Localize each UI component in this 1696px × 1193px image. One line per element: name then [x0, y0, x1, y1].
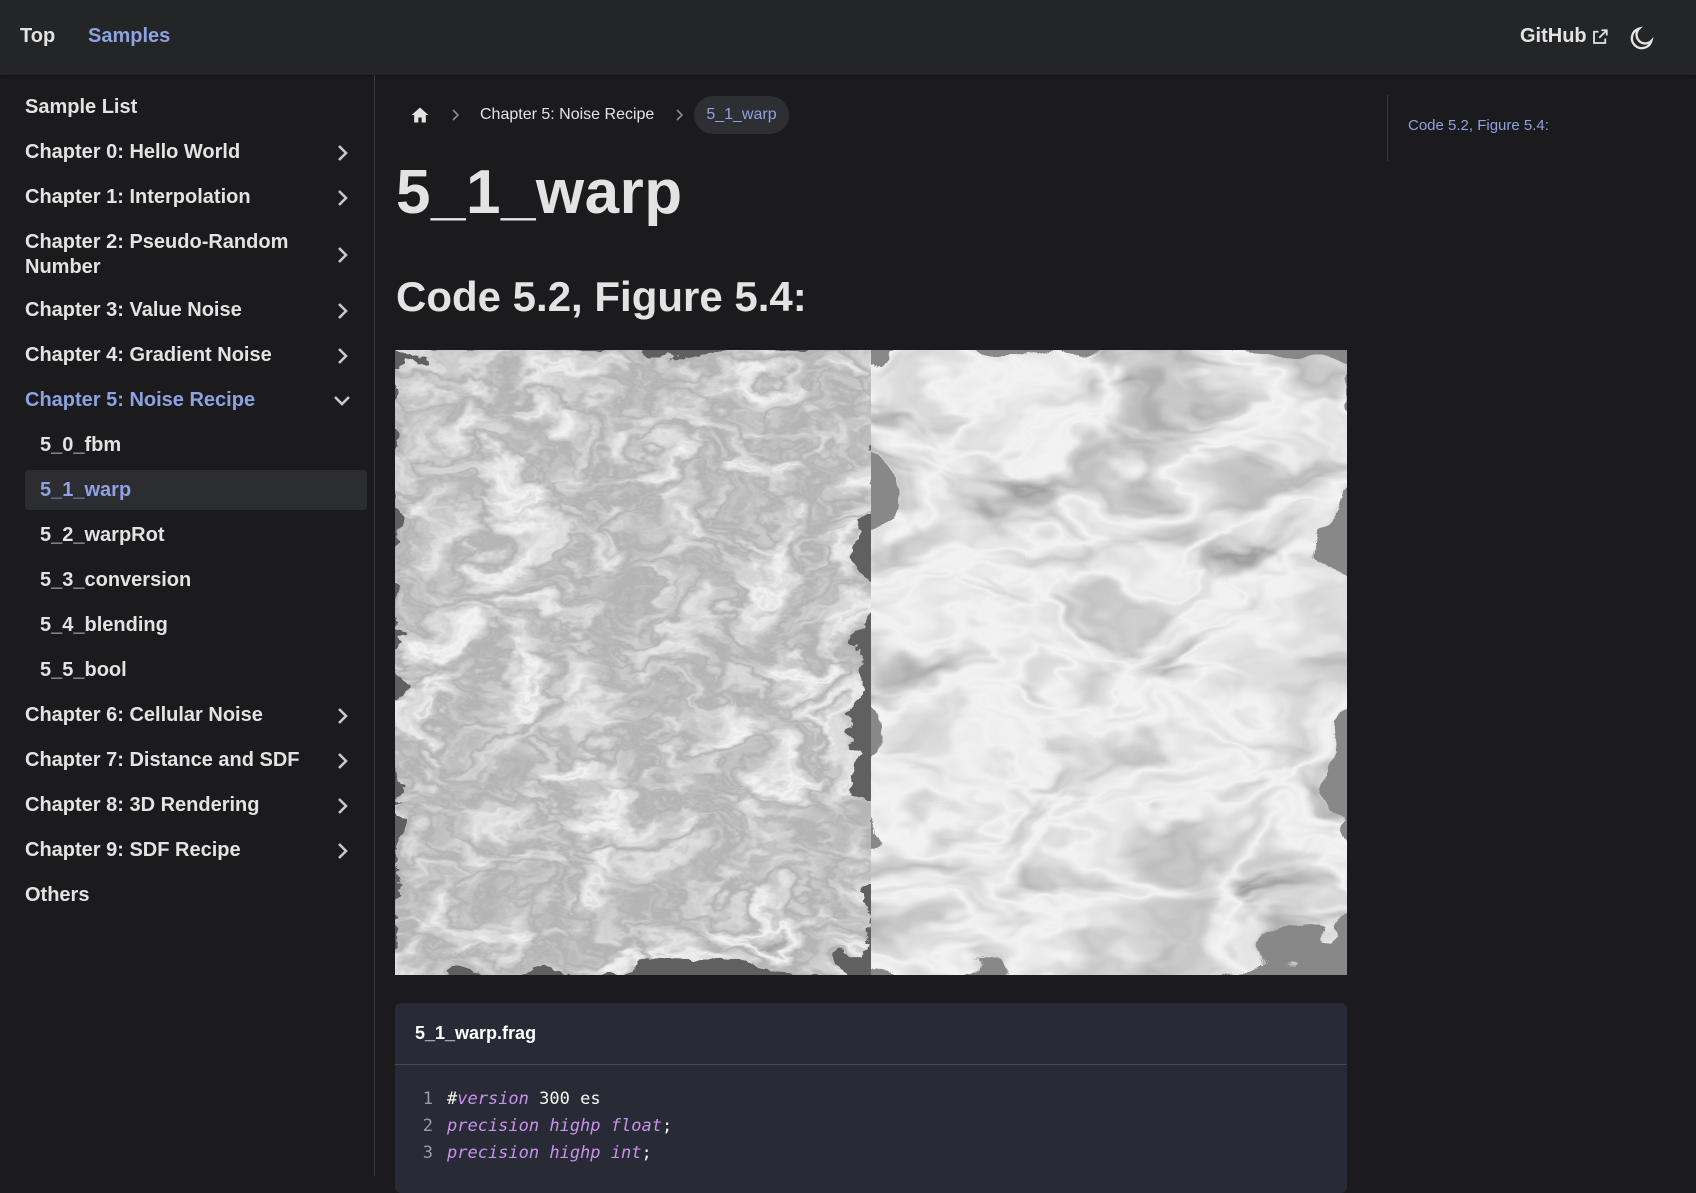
sidebar-item-label: Chapter 2: Pseudo-Random Number: [25, 231, 289, 278]
sidebar-item-chapter-5[interactable]: Chapter 5: Noise Recipe: [25, 388, 367, 413]
chevron-right-icon[interactable]: [335, 751, 349, 771]
breadcrumb-home[interactable]: [400, 95, 440, 135]
code-keyword: precision highp int: [447, 1142, 642, 1163]
code-lines: 1 # version 300 es 2 precision highp floa…: [395, 1065, 1347, 1166]
sidebar-item-chapter-2[interactable]: Chapter 2: Pseudo-Random Number: [25, 230, 367, 280]
sidebar-item-5-1-warp[interactable]: 5_1_warp: [25, 470, 367, 510]
table-of-contents: Code 5.2, Figure 5.4:: [1387, 95, 1647, 161]
sidebar-item-5-4-blending[interactable]: 5_4_blending: [25, 613, 367, 638]
chevron-right-icon[interactable]: [335, 706, 349, 726]
chevron-right-icon[interactable]: [335, 245, 349, 265]
code-keyword: version: [457, 1088, 529, 1109]
noise-texture-left: [395, 350, 871, 975]
sidebar-item-chapter-7[interactable]: Chapter 7: Distance and SDF: [25, 748, 367, 773]
sidebar-item-others[interactable]: Others: [25, 883, 367, 908]
noise-texture-right: [871, 350, 1347, 975]
sidebar-item-label: Chapter 6: Cellular Noise: [25, 704, 263, 726]
sidebar-item-chapter-9[interactable]: Chapter 9: SDF Recipe: [25, 838, 367, 863]
chevron-right-icon: [664, 108, 694, 122]
home-icon: [411, 107, 429, 123]
code-prefix: #: [447, 1088, 458, 1109]
sidebar-item-sample-list[interactable]: Sample List: [25, 95, 367, 120]
github-label: GitHub: [1520, 25, 1587, 47]
code-text: ;: [661, 1115, 673, 1136]
line-number: 3: [422, 1142, 433, 1163]
sidebar-item-5-3-conversion[interactable]: 5_3_conversion: [25, 568, 367, 593]
breadcrumb-current: 5_1_warp: [694, 96, 789, 134]
breadcrumb-chapter-link[interactable]: Chapter 5: Noise Recipe: [470, 106, 664, 124]
sidebar-item-label: Chapter 3: Value Noise: [25, 299, 242, 321]
sidebar-item-chapter-0[interactable]: Chapter 0: Hello World: [25, 140, 367, 165]
line-number: 2: [422, 1115, 433, 1136]
nav-link-github[interactable]: GitHub: [1520, 25, 1609, 48]
sidebar-item-label: Sample List: [25, 96, 138, 118]
top-navbar: Top Samples GitHub: [0, 0, 1696, 75]
nav-link-top[interactable]: Top: [20, 25, 55, 48]
chevron-right-icon[interactable]: [335, 188, 349, 208]
sidebar-item-chapter-3[interactable]: Chapter 3: Value Noise: [25, 298, 367, 323]
chevron-right-icon: [440, 108, 470, 122]
sidebar-item-label: Others: [25, 884, 90, 906]
nav-link-samples[interactable]: Samples: [88, 25, 170, 48]
sidebar-item-label: 5_5_bool: [40, 659, 127, 681]
code-filename: 5_1_warp.frag: [395, 1003, 1347, 1065]
section-heading: Code 5.2, Figure 5.4:: [396, 273, 807, 320]
sidebar-item-5-2-warprot[interactable]: 5_2_warpRot: [25, 523, 367, 548]
moon-icon: [1630, 26, 1654, 50]
sidebar-item-5-0-fbm[interactable]: 5_0_fbm: [25, 433, 367, 458]
chevron-right-icon[interactable]: [335, 841, 349, 861]
sidebar-item-label: 5_0_fbm: [40, 434, 122, 456]
sidebar: Sample List Chapter 0: Hello World Chapt…: [0, 75, 375, 1176]
code-block: 5_1_warp.frag 1 # version 300 es 2 precis…: [395, 1003, 1347, 1193]
code-keyword: precision highp float: [447, 1115, 662, 1136]
sidebar-item-chapter-1[interactable]: Chapter 1: Interpolation: [25, 185, 367, 210]
figure-warp-noise-image: [395, 350, 1347, 975]
sidebar-item-label: Chapter 1: Interpolation: [25, 186, 251, 208]
line-number: 1: [422, 1088, 433, 1109]
code-line: 2 precision highp float;: [395, 1112, 1347, 1139]
sidebar-item-chapter-6[interactable]: Chapter 6: Cellular Noise: [25, 703, 367, 728]
sidebar-item-label: Chapter 7: Distance and SDF: [25, 749, 300, 771]
code-line: 1 # version 300 es: [395, 1085, 1347, 1112]
sidebar-item-label: 5_1_warp: [40, 479, 132, 501]
chevron-right-icon[interactable]: [335, 301, 349, 321]
sidebar-item-label: Chapter 8: 3D Rendering: [25, 794, 260, 816]
sidebar-item-chapter-4[interactable]: Chapter 4: Gradient Noise: [25, 343, 367, 368]
code-line: 3 precision highp int;: [395, 1139, 1347, 1166]
sidebar-item-label: Chapter 4: Gradient Noise: [25, 344, 272, 366]
page-title: 5_1_warp: [396, 158, 683, 227]
toc-link-code-5-2[interactable]: Code 5.2, Figure 5.4:: [1408, 117, 1549, 134]
sidebar-item-label: 5_3_conversion: [40, 569, 192, 591]
theme-toggle-button[interactable]: [1628, 24, 1656, 52]
main-content: Chapter 5: Noise Recipe 5_1_warp 5_1_war…: [376, 75, 1376, 1193]
chevron-down-icon[interactable]: [331, 394, 353, 408]
sidebar-item-label: Chapter 9: SDF Recipe: [25, 839, 241, 861]
sidebar-item-5-5-bool[interactable]: 5_5_bool: [25, 658, 367, 683]
breadcrumb: Chapter 5: Noise Recipe 5_1_warp: [400, 95, 789, 135]
chevron-right-icon[interactable]: [335, 346, 349, 366]
sidebar-item-label: 5_2_warpRot: [40, 524, 165, 546]
sidebar-item-label: 5_4_blending: [40, 614, 168, 636]
code-text: 300 es: [528, 1088, 601, 1109]
external-link-icon: [1592, 28, 1608, 44]
chevron-right-icon[interactable]: [335, 143, 349, 163]
chevron-right-icon[interactable]: [335, 796, 349, 816]
sidebar-item-label: Chapter 0: Hello World: [25, 141, 241, 163]
sidebar-item-label: Chapter 5: Noise Recipe: [25, 389, 256, 411]
code-text: ;: [641, 1142, 652, 1163]
sidebar-item-chapter-8[interactable]: Chapter 8: 3D Rendering: [25, 793, 367, 818]
